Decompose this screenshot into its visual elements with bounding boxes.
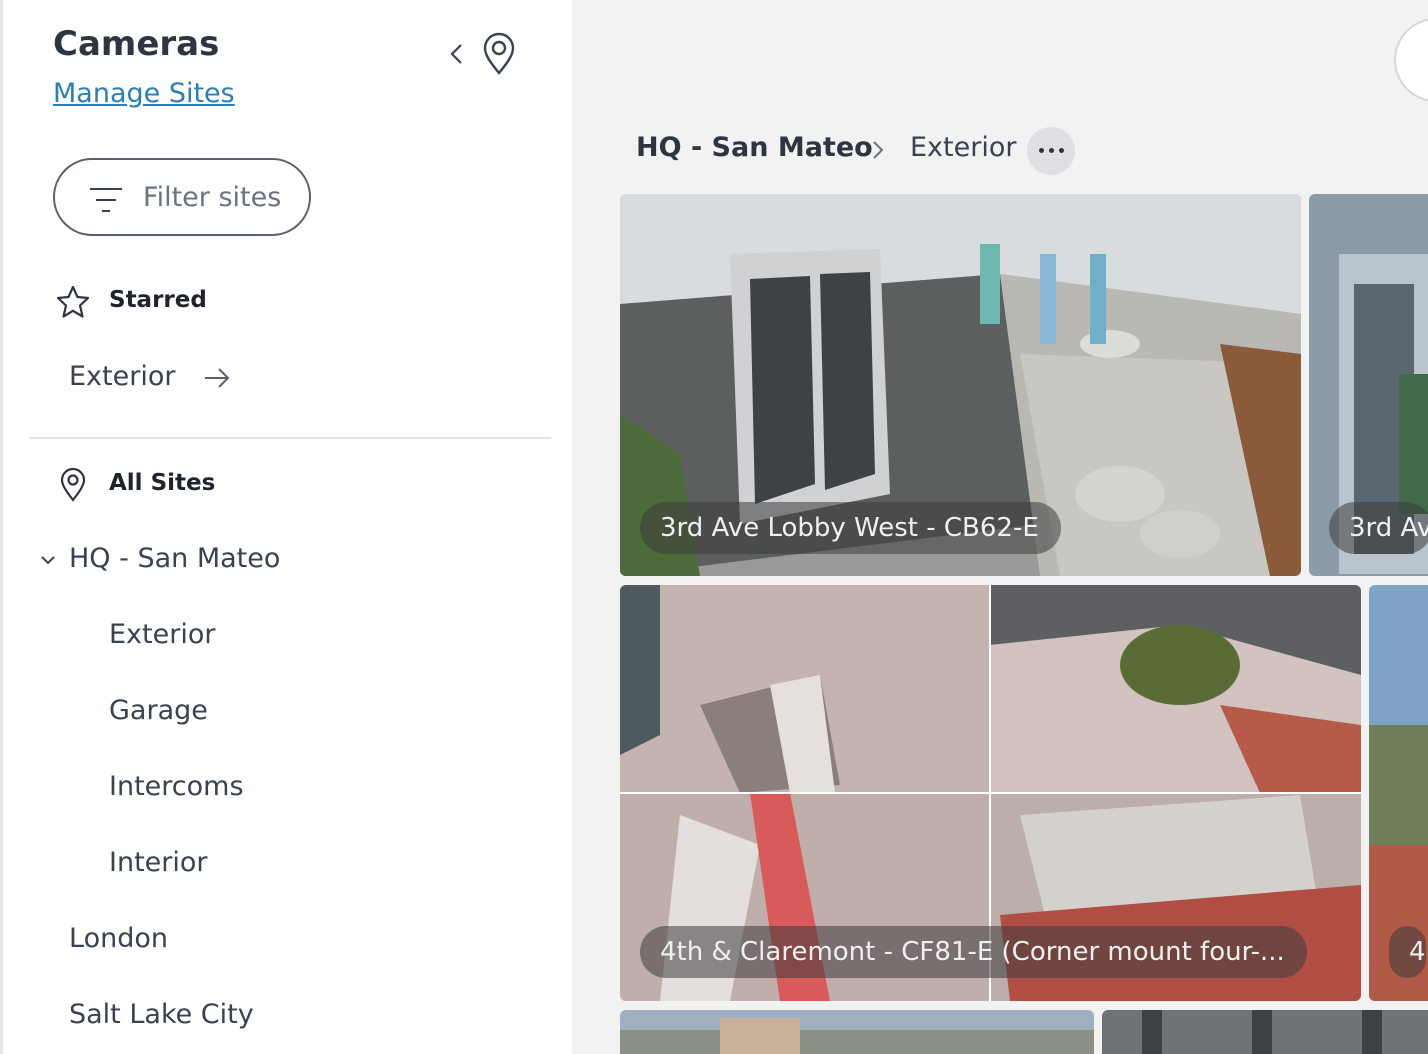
camera-tile[interactable]: 3rd Ave Lobby West - CB62-E <box>620 194 1301 576</box>
sidebar: Cameras Manage Sites Filter sites Starre… <box>0 0 572 1054</box>
sidebar-title: Cameras <box>53 24 220 64</box>
starred-item-exterior[interactable]: Exterior <box>69 361 232 392</box>
dot <box>1039 148 1044 153</box>
location-pin-icon <box>60 467 86 502</box>
location-pin-icon[interactable] <box>481 32 517 76</box>
breadcrumb-folder: Exterior <box>910 132 1017 163</box>
chevron-left-icon[interactable] <box>443 38 471 70</box>
camera-name-label: 3rd Av <box>1329 502 1428 554</box>
manage-sites-link[interactable]: Manage Sites <box>53 78 235 109</box>
site-child-garage[interactable]: Garage <box>109 695 208 726</box>
camera-tile[interactable]: 4 <box>1369 585 1428 1001</box>
filter-sites-input[interactable]: Filter sites <box>53 158 311 236</box>
site-child-intercoms[interactable]: Intercoms <box>109 771 244 802</box>
starred-item-label: Exterior <box>69 361 176 392</box>
star-icon <box>56 285 90 318</box>
camera-name-label: 4th & Claremont - CF81-E (Corner mount f… <box>640 926 1307 978</box>
more-options-button[interactable] <box>1027 127 1075 175</box>
camera-name-label: 3rd Ave Lobby West - CB62-E <box>640 502 1061 554</box>
starred-header: Starred <box>109 287 207 313</box>
site-child-interior[interactable]: Interior <box>109 847 208 878</box>
camera-tile[interactable] <box>1102 1010 1428 1054</box>
user-avatar-button[interactable] <box>1394 18 1428 102</box>
filter-placeholder: Filter sites <box>143 182 282 213</box>
site-london[interactable]: London <box>69 923 168 954</box>
chevron-right-icon <box>873 141 884 159</box>
camera-feed-image <box>1102 1010 1428 1054</box>
dot <box>1049 148 1054 153</box>
arrow-right-icon <box>205 367 230 388</box>
sidebar-divider <box>29 437 551 439</box>
site-child-exterior[interactable]: Exterior <box>109 619 215 650</box>
camera-tile[interactable]: 3rd Av <box>1309 194 1428 576</box>
camera-feed-image <box>620 1010 1094 1054</box>
camera-name-label: 4 <box>1389 926 1426 978</box>
site-hq-san-mateo[interactable]: HQ - San Mateo <box>69 543 280 574</box>
chevron-down-icon[interactable] <box>39 553 57 567</box>
breadcrumb-site[interactable]: HQ - San Mateo <box>636 132 873 163</box>
dot <box>1059 148 1064 153</box>
all-sites-header: All Sites <box>109 470 216 496</box>
camera-tile[interactable]: 4th & Claremont - CF81-E (Corner mount f… <box>620 585 1361 1001</box>
filter-icon <box>90 188 122 212</box>
camera-grid-area: HQ - San Mateo Exterior 3rd Ave Lobby We… <box>572 0 1428 1054</box>
camera-tile[interactable] <box>620 1010 1094 1054</box>
site-salt-lake-city[interactable]: Salt Lake City <box>69 999 254 1030</box>
